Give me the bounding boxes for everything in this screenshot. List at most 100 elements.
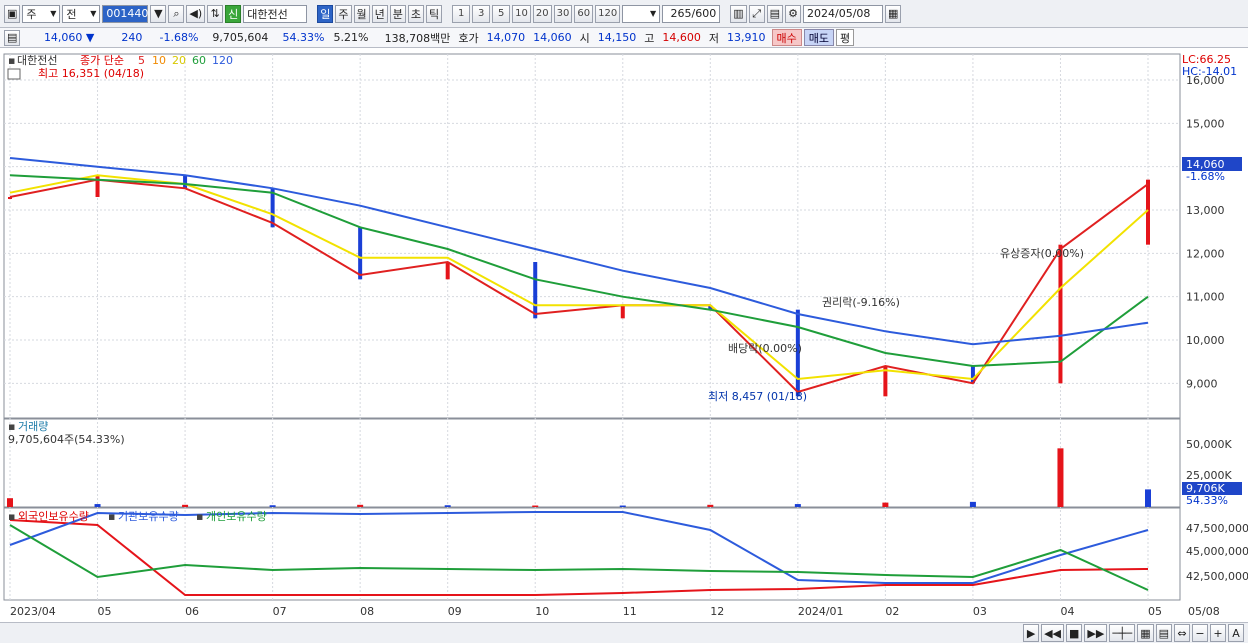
buy-button[interactable]: 매수: [771, 29, 802, 46]
count-field[interactable]: 265/600: [662, 4, 721, 23]
volume-bar: [707, 504, 714, 507]
ask-label: 호가: [458, 31, 479, 45]
minute-60-button[interactable]: 60: [574, 4, 594, 23]
minute-20-button[interactable]: 20: [532, 4, 552, 23]
speaker-icon[interactable]: ◀): [186, 4, 206, 23]
type-select-value: 주: [26, 7, 37, 21]
x-tick-label: 10: [535, 605, 549, 618]
panel-menu-icon[interactable]: ▪: [8, 54, 15, 67]
volume-tick-25000k: 25,000K: [1186, 469, 1232, 482]
rewind-icon[interactable]: ◀◀: [1041, 624, 1064, 642]
count-max: /600: [691, 7, 717, 20]
period-tick-button[interactable]: 틱: [426, 4, 443, 23]
x-tick-label: 02: [885, 605, 899, 618]
zoom-slider-icon[interactable]: ─┼─: [1109, 624, 1136, 642]
holding-tick-42500000: 42,500,000: [1186, 570, 1248, 583]
code-dropdown-icon[interactable]: ▼: [150, 4, 167, 23]
main-toolbar: ▣ 주 ▼ 전 ▼ 001440 ▼ ⌕ ◀) ⇅ 신 대한전선 일 주 월 년 분…: [0, 0, 1248, 28]
x-tick-label: 05: [98, 605, 112, 618]
price-candle: [620, 305, 625, 319]
draw-tool-icon[interactable]: ⤢: [748, 4, 765, 23]
min-price-label: 최저 8,457 (01/18): [708, 390, 807, 403]
candle-type-icon[interactable]: ▥: [730, 4, 747, 23]
legend-ma10: 10: [152, 54, 166, 67]
price-tick-label: 10,000: [1186, 334, 1225, 347]
chart-area[interactable]: ▪ 대한전선 종가 단순 5 10 20 60 120 최고 16,351 (0…: [0, 50, 1248, 622]
average-button[interactable]: 평: [836, 29, 855, 46]
prev-next-icon[interactable]: ⇅: [207, 4, 224, 23]
quote-bar: ▤ 14,060 ▼ 240 -1.68% 9,705,604 54.33% 5…: [0, 28, 1248, 48]
x-tick-label: 04: [1060, 605, 1074, 618]
gear-icon[interactable]: ⚙: [785, 4, 802, 23]
interval-select[interactable]: ▼: [622, 4, 661, 23]
volume-bar: [357, 504, 364, 507]
layout-icon[interactable]: ▤: [1155, 624, 1172, 642]
type-select[interactable]: 주 ▼: [22, 4, 61, 23]
save-icon[interactable]: ▤: [766, 4, 784, 23]
volume-bar: [969, 501, 976, 507]
holding-tick-45000000: 45,000,000: [1186, 545, 1248, 558]
current-price: 14,060 ▼: [43, 31, 95, 44]
legend-ma20: 20: [172, 54, 186, 67]
volume-pct: 54.33%: [282, 31, 325, 44]
legend-sep: ▪: [196, 510, 203, 523]
stop-icon[interactable]: ■: [1065, 624, 1083, 642]
minute-120-button[interactable]: 120: [595, 4, 621, 23]
sell-button[interactable]: 매도: [803, 29, 835, 46]
panel-menu-icon[interactable]: ▪: [8, 420, 15, 433]
period-year-button[interactable]: 년: [371, 4, 388, 23]
volume-bar: [794, 504, 801, 507]
minute-30-button[interactable]: 30: [553, 4, 573, 23]
volume-title: 거래량: [18, 420, 48, 433]
chevron-down-icon: ▼: [650, 9, 657, 18]
plus-icon[interactable]: +: [1210, 624, 1226, 642]
minute-10-button[interactable]: 10: [512, 4, 531, 23]
grid-icon[interactable]: ▦: [1137, 624, 1154, 642]
bid-value: 14,060: [533, 31, 572, 44]
chevron-down-icon: ▼: [50, 9, 57, 18]
forward-icon[interactable]: ▶▶: [1084, 624, 1108, 642]
stock-name-field: 대한전선: [243, 4, 308, 23]
legend-ma-label: 종가 단순: [80, 54, 124, 67]
window-icon[interactable]: ▣: [4, 4, 21, 23]
legend-institution-holding: 기관보유수량: [118, 510, 179, 523]
x-tick-label: 2024/01: [798, 605, 844, 618]
period-second-button[interactable]: 초: [407, 4, 425, 23]
volume-bar: [269, 505, 276, 507]
x-tick-label: 07: [273, 605, 287, 618]
period-week-button[interactable]: 주: [335, 4, 352, 23]
legend-individual-holding: 개인보유수량: [206, 510, 267, 523]
quote-toggle-icon[interactable]: ▤: [4, 29, 21, 46]
price-candle: [183, 175, 188, 189]
current-pct-tag: -1.68%: [1186, 170, 1225, 183]
font-size-icon[interactable]: A: [1228, 624, 1244, 642]
scope-select[interactable]: 전 ▼: [62, 4, 101, 23]
period-minute-button[interactable]: 분: [389, 4, 406, 23]
panel-menu-icon[interactable]: ▪: [8, 510, 15, 523]
date-field[interactable]: 2024/05/08: [803, 4, 884, 23]
volume-bar: [619, 505, 626, 507]
stock-code-input[interactable]: 001440: [102, 4, 149, 23]
search-icon[interactable]: ⌕: [168, 4, 185, 23]
price-tick-label: 9,000: [1186, 377, 1218, 390]
x-tick-label: 2023/04: [10, 605, 56, 618]
table-toggle-icon[interactable]: [7, 68, 21, 80]
scope-select-value: 전: [66, 7, 77, 21]
minute-5-button[interactable]: 5: [492, 4, 511, 23]
annotation-ex-dividend: 배당락(0.00%): [728, 342, 802, 355]
minute-3-button[interactable]: 3: [472, 4, 491, 23]
play-icon[interactable]: ▶: [1023, 624, 1040, 642]
ask-value: 14,070: [486, 31, 526, 44]
legend-ma60: 60: [192, 54, 206, 67]
low-label: 저: [708, 31, 720, 45]
volume-bar: [182, 504, 189, 507]
scale-icon[interactable]: ⇔: [1174, 624, 1190, 642]
calendar-icon[interactable]: ▦: [885, 4, 902, 23]
minute-1-button[interactable]: 1: [452, 4, 471, 23]
period-month-button[interactable]: 월: [353, 4, 370, 23]
volume-tick-50000k: 50,000K: [1186, 438, 1232, 451]
volume-value: 9,705,604: [212, 31, 269, 44]
minus-icon[interactable]: −: [1192, 624, 1208, 642]
period-day-button[interactable]: 일: [317, 4, 334, 23]
legend-ma120: 120: [212, 54, 233, 67]
